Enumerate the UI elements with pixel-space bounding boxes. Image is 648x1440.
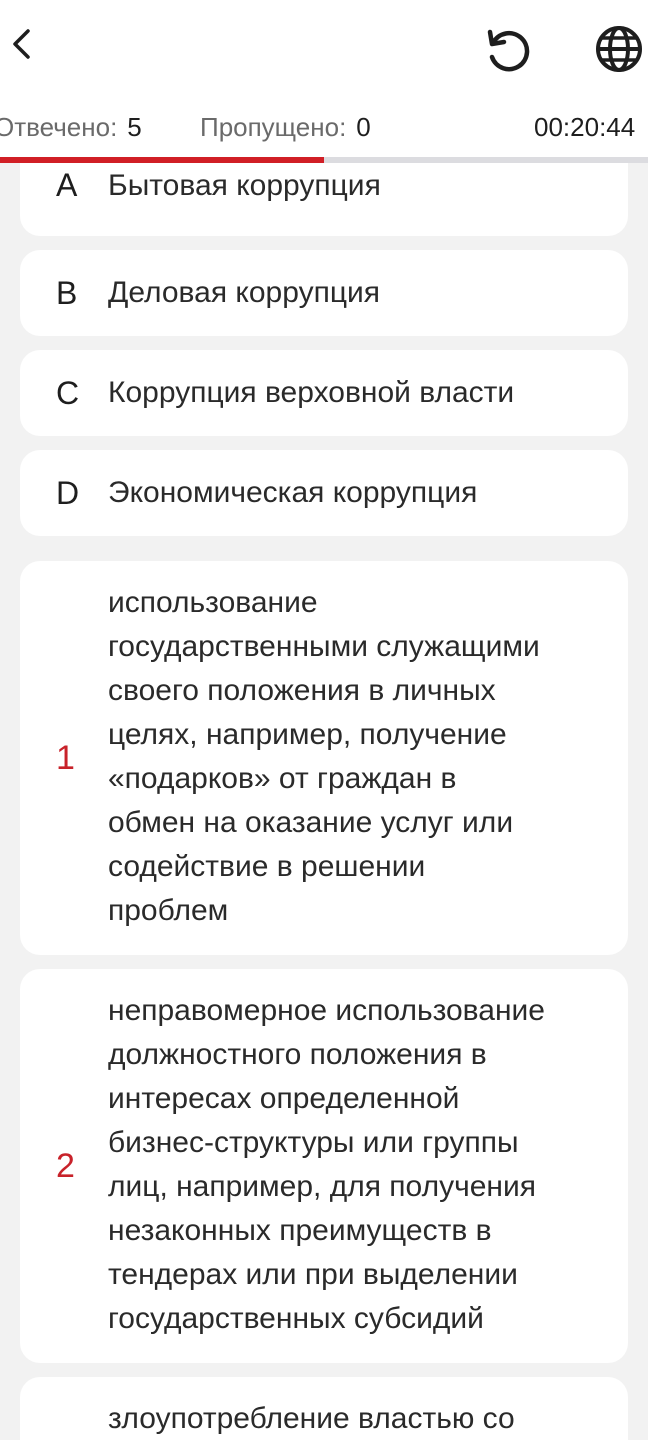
timer: 00:20:44 xyxy=(534,112,636,142)
definition-line: тендерах или при выделении xyxy=(108,1258,518,1291)
definition-key: 1 xyxy=(56,738,75,777)
answered-counter: Отвечено: 5 xyxy=(0,112,142,143)
definition-key: 2 xyxy=(56,1146,75,1185)
top-bar: Отвечено: 5 Пропущено: 0 00:20:44 xyxy=(0,0,648,163)
skipped-label: Пропущено: xyxy=(200,112,347,142)
definition-line: содействие в решении xyxy=(108,850,426,883)
definition-line: неправомерное использование xyxy=(108,994,545,1027)
definition-line: интересах определенной xyxy=(108,1082,460,1115)
chevron-left-icon xyxy=(13,29,30,59)
definition-line: своего положения в личных xyxy=(108,674,496,707)
definition-line: злоупотребление властью со xyxy=(108,1402,515,1435)
definition-line: должностного положения в xyxy=(108,1038,487,1071)
definition-line: государственными служащими xyxy=(108,630,540,663)
definition-card-3[interactable]: злоупотребление властью со xyxy=(20,1377,628,1440)
skipped-counter: Пропущено: 0 xyxy=(200,112,371,143)
definition-line: проблем xyxy=(108,894,229,927)
definition-line: целях, например, получение xyxy=(108,718,507,751)
definition-line: обмен на оказание услуг или xyxy=(108,806,514,839)
option-card-d[interactable]: D Экономическая коррупция xyxy=(20,450,628,536)
reset-button[interactable] xyxy=(478,22,538,78)
definition-line: бизнес-структуры или группы xyxy=(108,1126,519,1159)
definition-card-1[interactable]: 1 использование государственными служащи… xyxy=(20,561,628,955)
option-key: A xyxy=(56,167,78,203)
definition-text: неправомерное использование должностного… xyxy=(108,989,608,1341)
option-text: Коррупция верховной власти xyxy=(108,376,515,409)
answered-value: 5 xyxy=(127,112,142,142)
option-text: Бытовая коррупция xyxy=(108,168,381,202)
option-text: Деловая коррупция xyxy=(108,276,381,309)
option-key: C xyxy=(56,374,80,411)
question-content: A Бытовая коррупция B Деловая коррупция … xyxy=(0,163,648,1440)
option-card-a[interactable]: A Бытовая коррупция xyxy=(20,163,628,236)
option-text: Экономическая коррупция xyxy=(108,476,478,509)
globe-icon xyxy=(596,26,642,72)
quiz-stats: Отвечено: 5 Пропущено: 0 00:20:44 xyxy=(0,110,648,146)
skipped-value: 0 xyxy=(356,112,371,142)
back-button[interactable] xyxy=(0,20,44,68)
definition-line: использование xyxy=(108,586,318,619)
definition-line: лиц, например, для получения xyxy=(108,1170,536,1203)
option-key: D xyxy=(56,474,80,511)
definition-line: незаконных преимуществ в xyxy=(108,1214,492,1247)
definition-card-2[interactable]: 2 неправомерное использование должностно… xyxy=(20,969,628,1363)
definition-line: государственных субсидий xyxy=(108,1302,484,1335)
answered-label: Отвечено: xyxy=(0,112,118,142)
option-key: B xyxy=(56,274,78,311)
definition-line: «подарков» от граждан в xyxy=(108,762,457,795)
option-card-c[interactable]: C Коррупция верховной власти xyxy=(20,350,628,436)
option-card-b[interactable]: B Деловая коррупция xyxy=(20,250,628,336)
language-button[interactable] xyxy=(590,20,648,78)
refresh-icon xyxy=(487,29,530,72)
definition-text: использование государственными служащими… xyxy=(108,581,608,933)
definition-text: злоупотребление властью со xyxy=(108,1397,608,1440)
